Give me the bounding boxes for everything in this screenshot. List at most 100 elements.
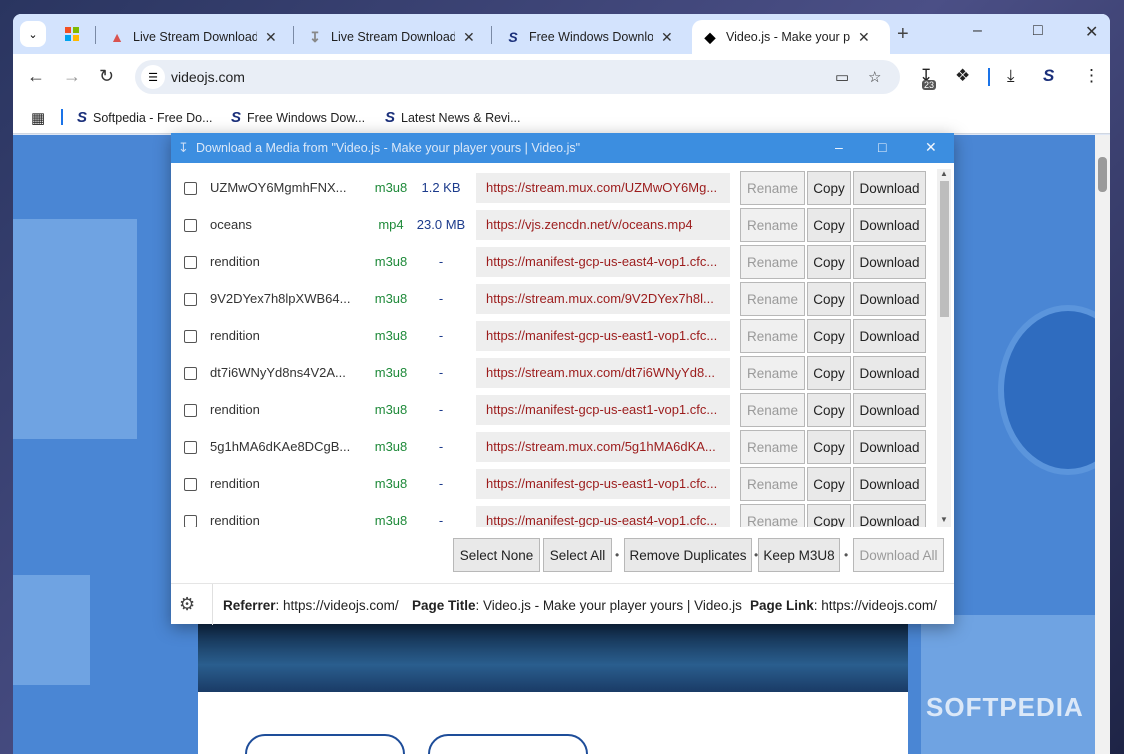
media-type: m3u8 bbox=[374, 476, 408, 491]
close-icon[interactable]: ✕ bbox=[925, 139, 937, 156]
tab-live-stream-2[interactable]: ↧ Live Stream Downloade ✕ bbox=[297, 20, 485, 54]
tab-free-windows[interactable]: S Free Windows Downloa ✕ bbox=[495, 20, 683, 54]
select-checkbox[interactable] bbox=[184, 515, 197, 527]
download-button[interactable]: Download bbox=[853, 319, 926, 353]
download-button[interactable]: Download bbox=[853, 467, 926, 501]
close-icon[interactable]: ✕ bbox=[265, 29, 277, 46]
rename-button[interactable]: Rename bbox=[740, 171, 805, 205]
download-button[interactable]: Download bbox=[853, 356, 926, 390]
rename-button[interactable]: Rename bbox=[740, 430, 805, 464]
rename-button[interactable]: Rename bbox=[740, 356, 805, 390]
close-icon[interactable]: ✕ bbox=[463, 29, 475, 46]
windows-store-icon[interactable] bbox=[65, 27, 79, 41]
extensions-puzzle-icon[interactable]: ❖ bbox=[955, 66, 970, 86]
media-url[interactable]: https://stream.mux.com/dt7i6WNyYd8... bbox=[476, 358, 730, 388]
scroll-down-icon[interactable]: ▼ bbox=[940, 515, 948, 524]
maximize-icon[interactable]: □ bbox=[1033, 22, 1043, 40]
copy-button[interactable]: Copy bbox=[807, 319, 851, 353]
media-list-scrollbar[interactable]: ▲ ▼ bbox=[937, 169, 951, 527]
select-checkbox[interactable] bbox=[184, 219, 197, 232]
keep-m3u8-button[interactable]: Keep M3U8 bbox=[758, 538, 840, 572]
select-none-button[interactable]: Select None bbox=[453, 538, 540, 572]
select-all-button[interactable]: Select All bbox=[543, 538, 612, 572]
rename-button[interactable]: Rename bbox=[740, 282, 805, 316]
copy-button[interactable]: Copy bbox=[807, 282, 851, 316]
copy-button[interactable]: Copy bbox=[807, 356, 851, 390]
download-button[interactable]: Download bbox=[853, 282, 926, 316]
remove-duplicates-button[interactable]: Remove Duplicates bbox=[624, 538, 752, 572]
rename-button[interactable]: Rename bbox=[740, 208, 805, 242]
media-url[interactable]: https://manifest-gcp-us-east4-vop1.cfc..… bbox=[476, 506, 730, 527]
bookmark-latest-news[interactable]: S Latest News & Revi... bbox=[385, 109, 521, 126]
menu-kebab-icon[interactable]: ⋮ bbox=[1083, 66, 1100, 86]
rename-button[interactable]: Rename bbox=[740, 393, 805, 427]
select-checkbox[interactable] bbox=[184, 330, 197, 343]
scrollbar-thumb[interactable] bbox=[1098, 157, 1107, 192]
site-info-icon[interactable]: ☰ bbox=[141, 65, 165, 89]
select-checkbox[interactable] bbox=[184, 367, 197, 380]
select-checkbox[interactable] bbox=[184, 404, 197, 417]
tab-search-button[interactable]: ⌄ bbox=[20, 21, 46, 47]
address-bar[interactable]: ☰ videojs.com ▭ ☆ bbox=[135, 60, 900, 94]
downloads-icon[interactable]: ⤓ bbox=[1007, 66, 1015, 86]
download-all-button[interactable]: Download All bbox=[853, 538, 944, 572]
minimize-icon[interactable]: – bbox=[835, 139, 843, 155]
rename-button[interactable]: Rename bbox=[740, 504, 805, 527]
apps-grid-icon[interactable]: ▦ bbox=[31, 109, 45, 127]
media-url[interactable]: https://manifest-gcp-us-east1-vop1.cfc..… bbox=[476, 321, 730, 351]
copy-button[interactable]: Copy bbox=[807, 504, 851, 527]
copy-button[interactable]: Copy bbox=[807, 467, 851, 501]
copy-button[interactable]: Copy bbox=[807, 245, 851, 279]
copy-button[interactable]: Copy bbox=[807, 208, 851, 242]
download-button[interactable]: Download bbox=[853, 504, 926, 527]
select-checkbox[interactable] bbox=[184, 256, 197, 269]
rename-button[interactable]: Rename bbox=[740, 319, 805, 353]
page-scrollbar[interactable] bbox=[1095, 135, 1110, 754]
media-url[interactable]: https://stream.mux.com/UZMwOY6Mg... bbox=[476, 173, 730, 203]
media-url[interactable]: https://stream.mux.com/5g1hMA6dKA... bbox=[476, 432, 730, 462]
select-checkbox[interactable] bbox=[184, 293, 197, 306]
rename-button[interactable]: Rename bbox=[740, 245, 805, 279]
media-url[interactable]: https://manifest-gcp-us-east4-vop1.cfc..… bbox=[476, 247, 730, 277]
gear-icon[interactable]: ⚙ bbox=[179, 594, 195, 615]
new-tab-icon[interactable]: + bbox=[897, 23, 909, 46]
download-button[interactable]: Download bbox=[853, 245, 926, 279]
select-checkbox[interactable] bbox=[184, 478, 197, 491]
bookmark-free-windows[interactable]: S Free Windows Dow... bbox=[231, 109, 365, 126]
install-app-icon[interactable]: ▭ bbox=[835, 68, 849, 86]
download-button[interactable]: Download bbox=[853, 393, 926, 427]
ocean-video-frame[interactable] bbox=[198, 624, 908, 692]
media-url[interactable]: https://stream.mux.com/9V2DYex7h8l... bbox=[476, 284, 730, 314]
page-button[interactable] bbox=[428, 734, 588, 754]
scroll-up-icon[interactable]: ▲ bbox=[940, 169, 948, 178]
close-window-icon[interactable]: ✕ bbox=[1085, 22, 1098, 42]
minimize-icon[interactable]: – bbox=[973, 22, 982, 40]
copy-button[interactable]: Copy bbox=[807, 430, 851, 464]
download-button[interactable]: Download bbox=[853, 430, 926, 464]
download-button[interactable]: Download bbox=[853, 208, 926, 242]
reload-icon[interactable]: ↻ bbox=[99, 66, 114, 87]
close-icon[interactable]: ✕ bbox=[661, 29, 673, 46]
back-icon[interactable]: ← bbox=[27, 66, 45, 87]
url-text[interactable]: videojs.com bbox=[171, 69, 245, 85]
copy-button[interactable]: Copy bbox=[807, 393, 851, 427]
select-checkbox[interactable] bbox=[184, 441, 197, 454]
select-checkbox[interactable] bbox=[184, 182, 197, 195]
media-url[interactable]: https://manifest-gcp-us-east1-vop1.cfc..… bbox=[476, 395, 730, 425]
bookmark-softpedia[interactable]: S Softpedia - Free Do... bbox=[77, 109, 213, 126]
media-url[interactable]: https://vjs.zencdn.net/v/oceans.mp4 bbox=[476, 210, 730, 240]
dialog-title-bar[interactable]: ↧ Download a Media from "Video.js - Make… bbox=[171, 133, 954, 163]
rename-button[interactable]: Rename bbox=[740, 467, 805, 501]
tab-videojs[interactable]: ◆ Video.js - Make your pla ✕ bbox=[692, 20, 890, 54]
media-url[interactable]: https://manifest-gcp-us-east1-vop1.cfc..… bbox=[476, 469, 730, 499]
tab-live-stream-1[interactable]: ▲ Live Stream Downloade ✕ bbox=[99, 20, 287, 54]
forward-icon[interactable]: → bbox=[63, 66, 81, 87]
maximize-icon[interactable]: □ bbox=[878, 139, 886, 155]
page-button[interactable] bbox=[245, 734, 405, 754]
scrollbar-thumb[interactable] bbox=[940, 181, 949, 317]
download-button[interactable]: Download bbox=[853, 171, 926, 205]
profile-icon[interactable]: S bbox=[1043, 66, 1054, 86]
bookmark-star-icon[interactable]: ☆ bbox=[868, 68, 881, 86]
copy-button[interactable]: Copy bbox=[807, 171, 851, 205]
close-icon[interactable]: ✕ bbox=[858, 29, 870, 46]
